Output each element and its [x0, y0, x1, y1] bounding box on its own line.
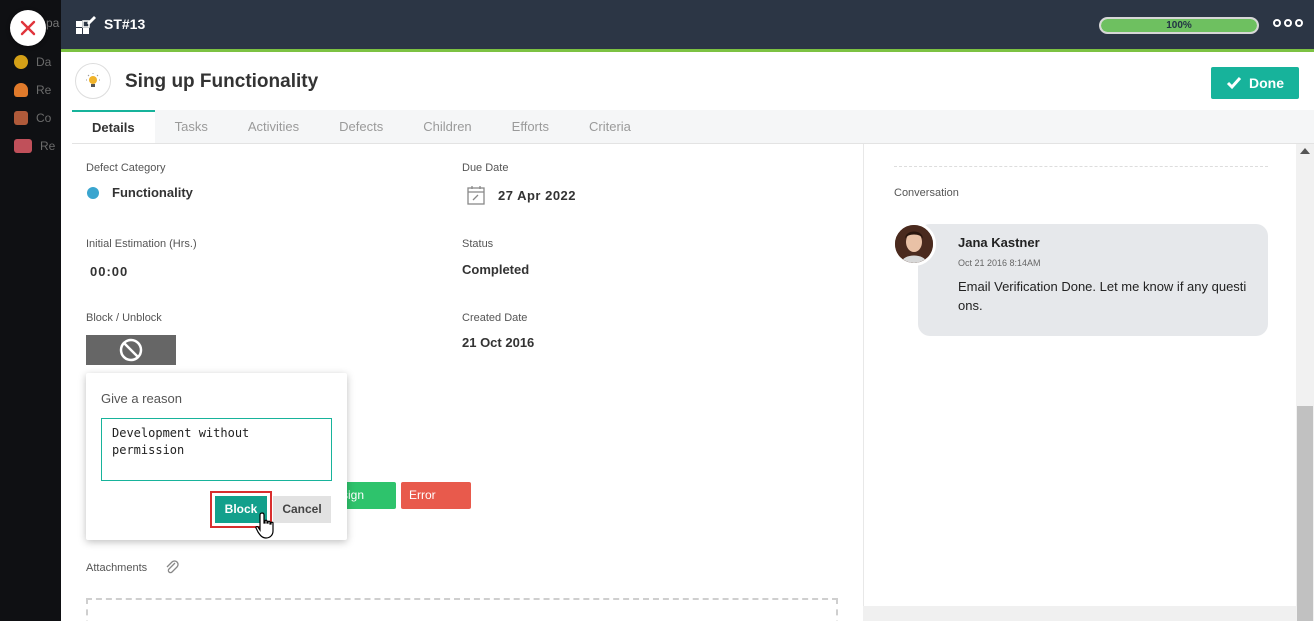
scrollbar[interactable] — [1296, 144, 1314, 621]
done-label: Done — [1249, 75, 1284, 91]
users-icon — [14, 139, 32, 153]
message-bubble: Jana Kastner Oct 21 2016 8:14AM Email Ve… — [918, 224, 1268, 336]
sidebar-item-label: Re — [40, 139, 56, 153]
tab-bar: Details Tasks Activities Defects Childre… — [72, 110, 1314, 144]
conversation-label: Conversation — [894, 187, 959, 199]
attachments-label: Attachments — [86, 562, 148, 574]
close-button[interactable] — [10, 10, 46, 46]
sidebar-item-teams[interactable]: Re — [14, 137, 55, 155]
reason-textarea[interactable]: Development without permission — [101, 418, 332, 481]
message-author: Jana Kastner — [958, 235, 1040, 250]
tab-criteria[interactable]: Criteria — [569, 110, 651, 143]
details-content: Defect Category Functionality Due Date 2… — [61, 144, 863, 621]
done-button[interactable]: Done — [1211, 67, 1299, 99]
sidebar-item-label: Da — [36, 55, 52, 69]
defect-category-label: Defect Category — [86, 162, 166, 174]
block-reason-popover: Give a reason Development without permis… — [86, 373, 347, 540]
error-button[interactable]: Error — [401, 482, 471, 509]
progress-bar: 100% — [1099, 17, 1259, 34]
tab-defects[interactable]: Defects — [319, 110, 403, 143]
created-date-value: 21 Oct 2016 — [462, 335, 535, 350]
close-icon — [20, 20, 36, 36]
paperclip-icon[interactable] — [165, 559, 179, 575]
more-dot-icon — [1284, 19, 1292, 27]
sidebar-item-dashboard[interactable]: Da — [14, 53, 51, 71]
status-value[interactable]: Completed — [462, 262, 529, 277]
user-icon — [14, 83, 28, 97]
sidebar: Da Re Co Re pa — [0, 0, 62, 621]
page-title: Sing up Functionality — [125, 71, 319, 92]
estimation-label: Initial Estimation (Hrs.) — [86, 238, 197, 250]
category-dot-icon — [87, 187, 99, 199]
lightbulb-icon — [75, 63, 111, 99]
tab-tasks[interactable]: Tasks — [155, 110, 228, 143]
sidebar-item-label: Co — [36, 111, 52, 125]
message-text: Email Verification Done. Let me know if … — [958, 279, 1247, 313]
defect-category-value[interactable]: Functionality — [112, 185, 193, 200]
calendar-icon — [14, 111, 28, 125]
sidebar-item-calendar[interactable]: Co — [14, 109, 51, 127]
gauge-icon — [14, 55, 28, 69]
block-toggle-button[interactable] — [86, 335, 176, 365]
estimation-value[interactable]: 00:00 — [90, 264, 128, 279]
avatar — [892, 222, 936, 266]
sidebar-peek-text: pa — [46, 16, 60, 30]
tab-children[interactable]: Children — [403, 110, 491, 143]
sidebar-item-label: Re — [36, 83, 52, 97]
due-date-label: Due Date — [462, 162, 509, 174]
attachment-dropzone[interactable] — [86, 598, 838, 621]
cancel-button[interactable]: Cancel — [273, 496, 331, 523]
progress-label: 100% — [1166, 20, 1192, 31]
check-icon — [1226, 77, 1242, 90]
due-date-value[interactable]: 27 Apr 2022 — [498, 188, 576, 203]
edit-task-icon — [76, 16, 96, 34]
more-options-button[interactable] — [1273, 19, 1303, 27]
scroll-up-icon[interactable] — [1300, 148, 1310, 154]
block-unblock-label: Block / Unblock — [86, 312, 162, 324]
more-dot-icon — [1295, 19, 1303, 27]
detail-panel: ST#13 100% Sing up Functionality Done De… — [61, 0, 1314, 621]
block-icon — [119, 338, 143, 362]
message-time: Oct 21 2016 8:14AM — [958, 258, 1041, 268]
tab-activities[interactable]: Activities — [228, 110, 319, 143]
status-label: Status — [462, 238, 494, 250]
more-dot-icon — [1273, 19, 1281, 27]
conversation-panel: Conversation Jana Kastner Oct 21 2016 8:… — [863, 144, 1296, 606]
topbar: ST#13 100% — [61, 0, 1314, 52]
tab-efforts[interactable]: Efforts — [492, 110, 569, 143]
conversation-footer — [863, 606, 1296, 621]
divider — [894, 166, 1268, 167]
window-title: ST#13 — [104, 16, 146, 32]
scrollbar-thumb[interactable] — [1297, 406, 1313, 621]
popover-title: Give a reason — [101, 391, 182, 406]
tab-details[interactable]: Details — [72, 110, 155, 143]
created-date-label: Created Date — [462, 312, 528, 324]
calendar-edit-icon[interactable] — [467, 185, 485, 205]
header-row: Sing up Functionality Done — [61, 55, 1314, 110]
sidebar-item-resources[interactable]: Re — [14, 81, 51, 99]
hand-cursor-icon — [255, 512, 274, 539]
